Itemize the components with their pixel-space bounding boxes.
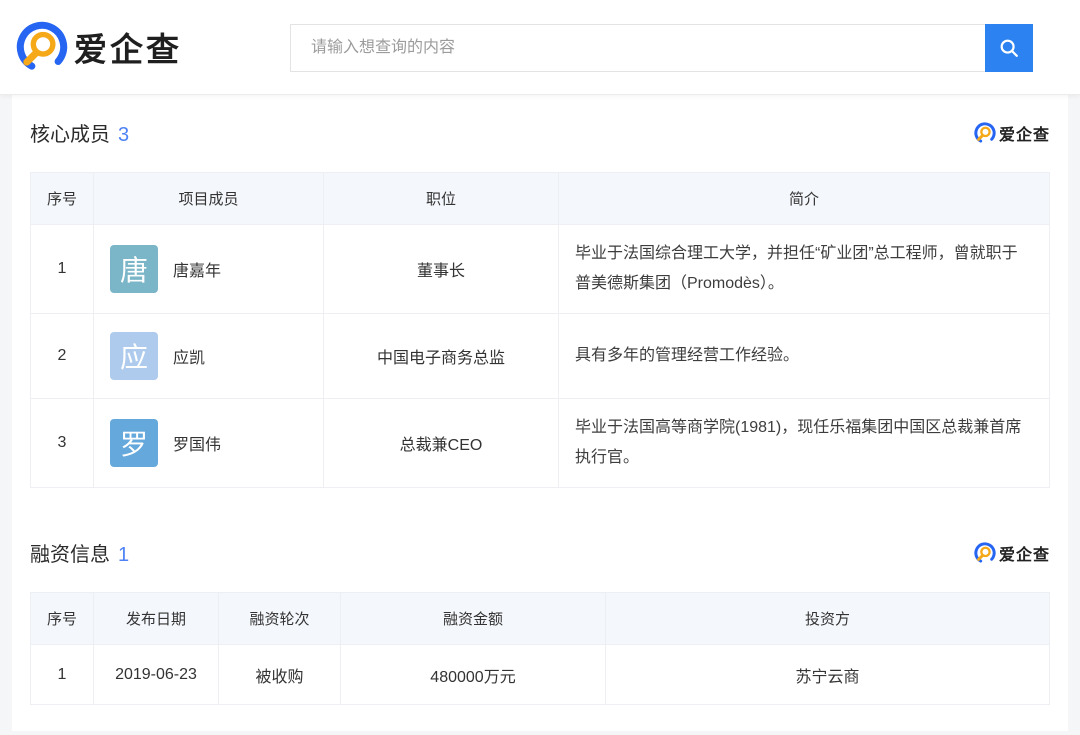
member-name: 应凯 (173, 344, 205, 368)
member-cell: 应 应凯 (94, 314, 324, 399)
watermark-brand-text: 爱企查 (999, 541, 1050, 565)
member-intro: 毕业于法国综合理工大学，并担任“矿业团”总工程师，曾就职于普美德斯集团（Prom… (559, 225, 1050, 314)
members-table: 序号 项目成员 职位 简介 1 唐 唐嘉年 董事长 毕业于法国综合理工大学，并担… (30, 172, 1050, 488)
top-header: 爱企查 (0, 0, 1080, 95)
member-row: 3 罗 罗国伟 总裁兼CEO 毕业于法国高等商学院(1981)，现任乐福集团中国… (31, 399, 1050, 488)
members-table-header-row: 序号 项目成员 职位 简介 (31, 173, 1050, 225)
aiqicha-logo-icon (16, 21, 68, 73)
col-header-round: 融资轮次 (219, 593, 341, 645)
col-header-amount: 融资金额 (341, 593, 606, 645)
aiqicha-watermark: 爱企查 (974, 541, 1050, 565)
content-card: 核心成员 3 爱企查 序号 项目成员 职位 简介 1 (12, 95, 1068, 731)
financing-title-text: 融资信息 (30, 544, 110, 566)
member-intro: 毕业于法国高等商学院(1981)，现任乐福集团中国区总裁兼首席执行官。 (559, 399, 1050, 488)
financing-table-header-row: 序号 发布日期 融资轮次 融资金额 投资方 (31, 593, 1050, 645)
member-position: 总裁兼CEO (324, 399, 559, 488)
member-row: 2 应 应凯 中国电子商务总监 具有多年的管理经营工作经验。 (31, 314, 1050, 399)
aiqicha-logo[interactable]: 爱企查 (16, 21, 182, 73)
financing-round: 被收购 (219, 645, 341, 705)
member-name: 罗国伟 (173, 431, 221, 455)
member-intro: 具有多年的管理经营工作经验。 (559, 314, 1050, 399)
member-name: 唐嘉年 (173, 257, 221, 281)
aiqicha-watermark-icon (974, 542, 996, 564)
aiqicha-watermark-icon (974, 122, 996, 144)
watermark-brand-text: 爱企查 (999, 121, 1050, 145)
members-section-header: 核心成员 3 爱企查 (30, 95, 1050, 147)
financing-no: 1 (31, 645, 94, 705)
financing-date: 2019-06-23 (94, 645, 219, 705)
brand-name: 爱企查 (74, 23, 182, 71)
members-count: 3 (118, 124, 129, 146)
financing-amount: 480000万元 (341, 645, 606, 705)
member-avatar: 罗 (110, 419, 158, 467)
col-header-position: 职位 (324, 173, 559, 225)
members-title-text: 核心成员 (30, 124, 110, 146)
member-no: 2 (31, 314, 94, 399)
financing-table: 序号 发布日期 融资轮次 融资金额 投资方 1 2019-06-23 被收购 4… (30, 592, 1050, 705)
search-input[interactable] (290, 24, 985, 72)
member-row: 1 唐 唐嘉年 董事长 毕业于法国综合理工大学，并担任“矿业团”总工程师，曾就职… (31, 225, 1050, 314)
financing-investor: 苏宁云商 (606, 645, 1050, 705)
member-avatar: 唐 (110, 245, 158, 293)
financing-section-title: 融资信息 1 (30, 538, 129, 567)
col-header-no: 序号 (31, 173, 94, 225)
member-cell: 罗 罗国伟 (94, 399, 324, 488)
col-header-investor: 投资方 (606, 593, 1050, 645)
member-no: 1 (31, 225, 94, 314)
search-button[interactable] (985, 24, 1033, 72)
search-bar (290, 24, 1033, 72)
member-cell: 唐 唐嘉年 (94, 225, 324, 314)
member-avatar: 应 (110, 332, 158, 380)
col-header-date: 发布日期 (94, 593, 219, 645)
members-section-title: 核心成员 3 (30, 118, 129, 147)
member-position: 董事长 (324, 225, 559, 314)
financing-count: 1 (118, 544, 129, 566)
col-header-intro: 简介 (559, 173, 1050, 225)
financing-row: 1 2019-06-23 被收购 480000万元 苏宁云商 (31, 645, 1050, 705)
col-header-member: 项目成员 (94, 173, 324, 225)
search-icon (998, 37, 1020, 59)
member-position: 中国电子商务总监 (324, 314, 559, 399)
financing-section-header: 融资信息 1 爱企查 (30, 488, 1050, 567)
member-no: 3 (31, 399, 94, 488)
aiqicha-watermark: 爱企查 (974, 121, 1050, 145)
col-header-no: 序号 (31, 593, 94, 645)
